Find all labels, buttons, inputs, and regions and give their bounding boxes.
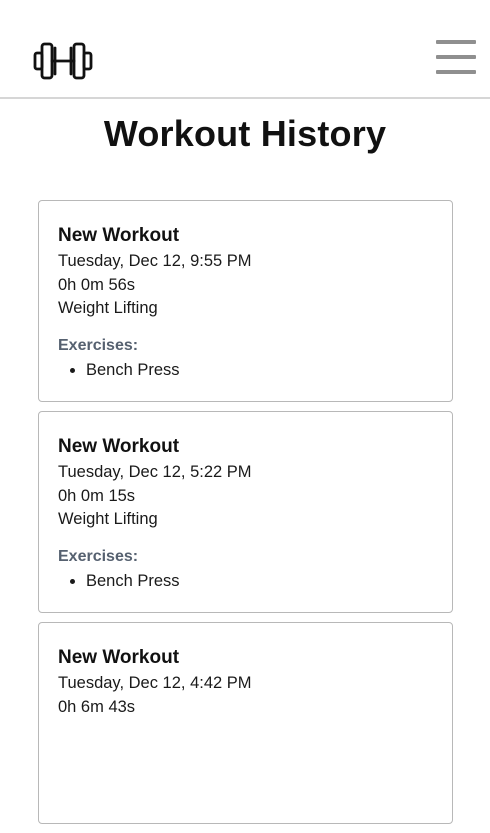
menu-line-top — [436, 40, 476, 44]
workout-title: New Workout — [58, 436, 180, 457]
page-title: Workout History — [103, 113, 387, 154]
workout-date: Tuesday, Dec 12, 5:22 PM — [58, 463, 252, 481]
menu-line-bottom — [436, 70, 476, 74]
workout-type: Weight Lifting — [58, 510, 158, 528]
workout-card[interactable]: New Workout Tuesday, Dec 12, 4:42 PM 0h … — [38, 622, 453, 824]
exercise-list: Bench Press — [58, 570, 433, 592]
exercises-heading: Exercises: — [58, 547, 139, 565]
exercise-list: Bench Press — [58, 359, 433, 381]
exercises-heading: Exercises: — [58, 336, 139, 354]
workout-history-list: New Workout Tuesday, Dec 12, 9:55 PM 0h … — [38, 200, 453, 833]
workout-card[interactable]: New Workout Tuesday, Dec 12, 5:22 PM 0h … — [38, 411, 453, 613]
workout-type: Weight Lifting — [58, 299, 158, 317]
workout-card[interactable]: New Workout Tuesday, Dec 12, 9:55 PM 0h … — [38, 200, 453, 402]
workout-date: Tuesday, Dec 12, 4:42 PM — [58, 674, 252, 692]
workout-title: New Workout — [58, 225, 180, 246]
workout-title: New Workout — [58, 647, 180, 668]
menu-line-middle — [436, 55, 476, 59]
workout-duration: 0h 0m 56s — [58, 275, 136, 294]
exercise-item: Bench Press — [86, 570, 433, 592]
workout-date: Tuesday, Dec 12, 9:55 PM — [58, 252, 252, 270]
top-navbar — [0, 0, 490, 99]
hamburger-menu-icon[interactable] — [436, 38, 476, 76]
exercise-item: Bench Press — [86, 359, 433, 381]
workout-duration: 0h 0m 15s — [58, 486, 136, 505]
dumbbell-icon[interactable] — [33, 42, 93, 80]
workout-duration: 0h 6m 43s — [58, 697, 136, 716]
